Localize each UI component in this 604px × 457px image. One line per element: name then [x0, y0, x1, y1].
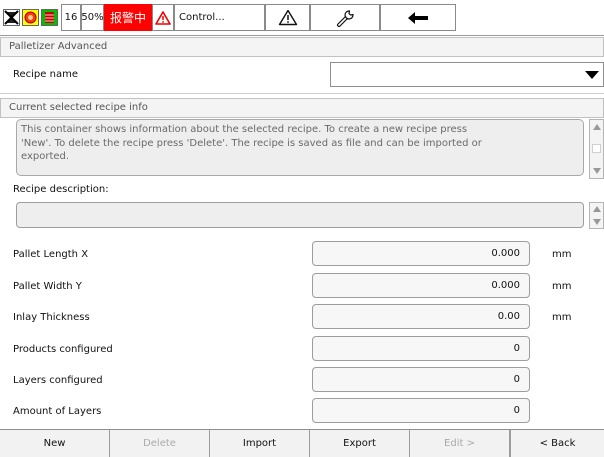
amount-of-layers-value: 0 [312, 398, 530, 423]
scroll-up-icon[interactable] [592, 205, 602, 213]
scroll-up-icon[interactable] [592, 123, 602, 131]
warning-button[interactable] [265, 4, 310, 31]
products-configured-value: 0 [312, 336, 530, 361]
scroll-down-icon[interactable] [592, 218, 602, 226]
chevron-down-icon [585, 71, 599, 79]
description-scrollbar[interactable] [589, 202, 604, 229]
warning-icon [155, 10, 171, 25]
pallet-width-label: Pallet Width Y [13, 281, 82, 292]
recipe-description-label: Recipe description: [13, 184, 109, 195]
alarm-text: 报警中 [109, 11, 146, 25]
info-scrollbar[interactable] [589, 119, 604, 179]
recipe-description-input[interactable] [16, 202, 584, 228]
arrow-left-icon [408, 11, 428, 24]
amount-of-layers-label: Amount of Layers [13, 406, 102, 417]
divider [0, 93, 604, 94]
products-configured-label: Products configured [13, 344, 113, 355]
settings-button[interactable] [310, 4, 380, 31]
control-label: Control... [179, 12, 225, 23]
pallet-length-label: Pallet Length X [13, 249, 89, 260]
page-title-bar: Palletizer Advanced [0, 37, 604, 57]
inlay-thickness-unit: mm [552, 312, 572, 323]
control-button[interactable]: Control... [174, 4, 265, 31]
new-button[interactable]: New [0, 430, 110, 457]
info-line-3: exported. [21, 151, 70, 162]
import-button[interactable]: Import [210, 430, 310, 457]
info-text-box: This container shows information about t… [16, 119, 584, 176]
edit-button[interactable]: Edit > [410, 430, 510, 457]
wrench-icon [337, 9, 354, 27]
inlay-thickness-input[interactable]: 0.00 [312, 304, 530, 329]
warning-icon [278, 9, 297, 26]
info-section-title: Current selected recipe info [0, 98, 604, 118]
export-button[interactable]: Export [310, 430, 410, 457]
counter-16-text: 16 [64, 12, 78, 23]
pallet-width-input[interactable]: 0.000 [312, 273, 530, 298]
inlay-thickness-label: Inlay Thickness [13, 312, 90, 323]
back-button[interactable]: < Back [510, 430, 604, 457]
pallet-width-unit: mm [552, 281, 572, 292]
info-line-1: This container shows information about t… [21, 124, 468, 135]
disabled-hourglass-icon[interactable] [3, 9, 20, 26]
recipe-name-dropdown[interactable] [330, 62, 604, 87]
layers-configured-label: Layers configured [13, 375, 103, 386]
bottom-button-bar: New Delete Import Export Edit > < Back [0, 429, 604, 457]
pallet-length-input[interactable]: 0.000 [312, 241, 530, 266]
recipe-name-label: Recipe name [13, 69, 78, 80]
info-line-2: 'New'. To delete the recipe press 'Delet… [21, 137, 482, 149]
percent-indicator: 50% [81, 4, 104, 31]
percent-text: 50% [81, 12, 104, 23]
circle-stop-icon[interactable] [22, 9, 39, 26]
battery-icon[interactable] [41, 9, 58, 26]
back-arrow-button[interactable] [380, 4, 456, 31]
page-title: Palletizer Advanced [9, 41, 108, 52]
info-title: Current selected recipe info [9, 102, 148, 113]
scroll-down-icon[interactable] [592, 167, 602, 175]
counter-16: 16 [61, 4, 81, 31]
alarm-indicator[interactable]: 报警中 [104, 4, 152, 31]
status-bar: 16 50% 报警中 Control... [0, 0, 604, 36]
warning-small-button[interactable] [152, 4, 174, 31]
pallet-length-unit: mm [552, 249, 572, 260]
scroll-thumb[interactable] [592, 144, 601, 153]
layers-configured-value: 0 [312, 367, 530, 392]
delete-button[interactable]: Delete [110, 430, 210, 457]
